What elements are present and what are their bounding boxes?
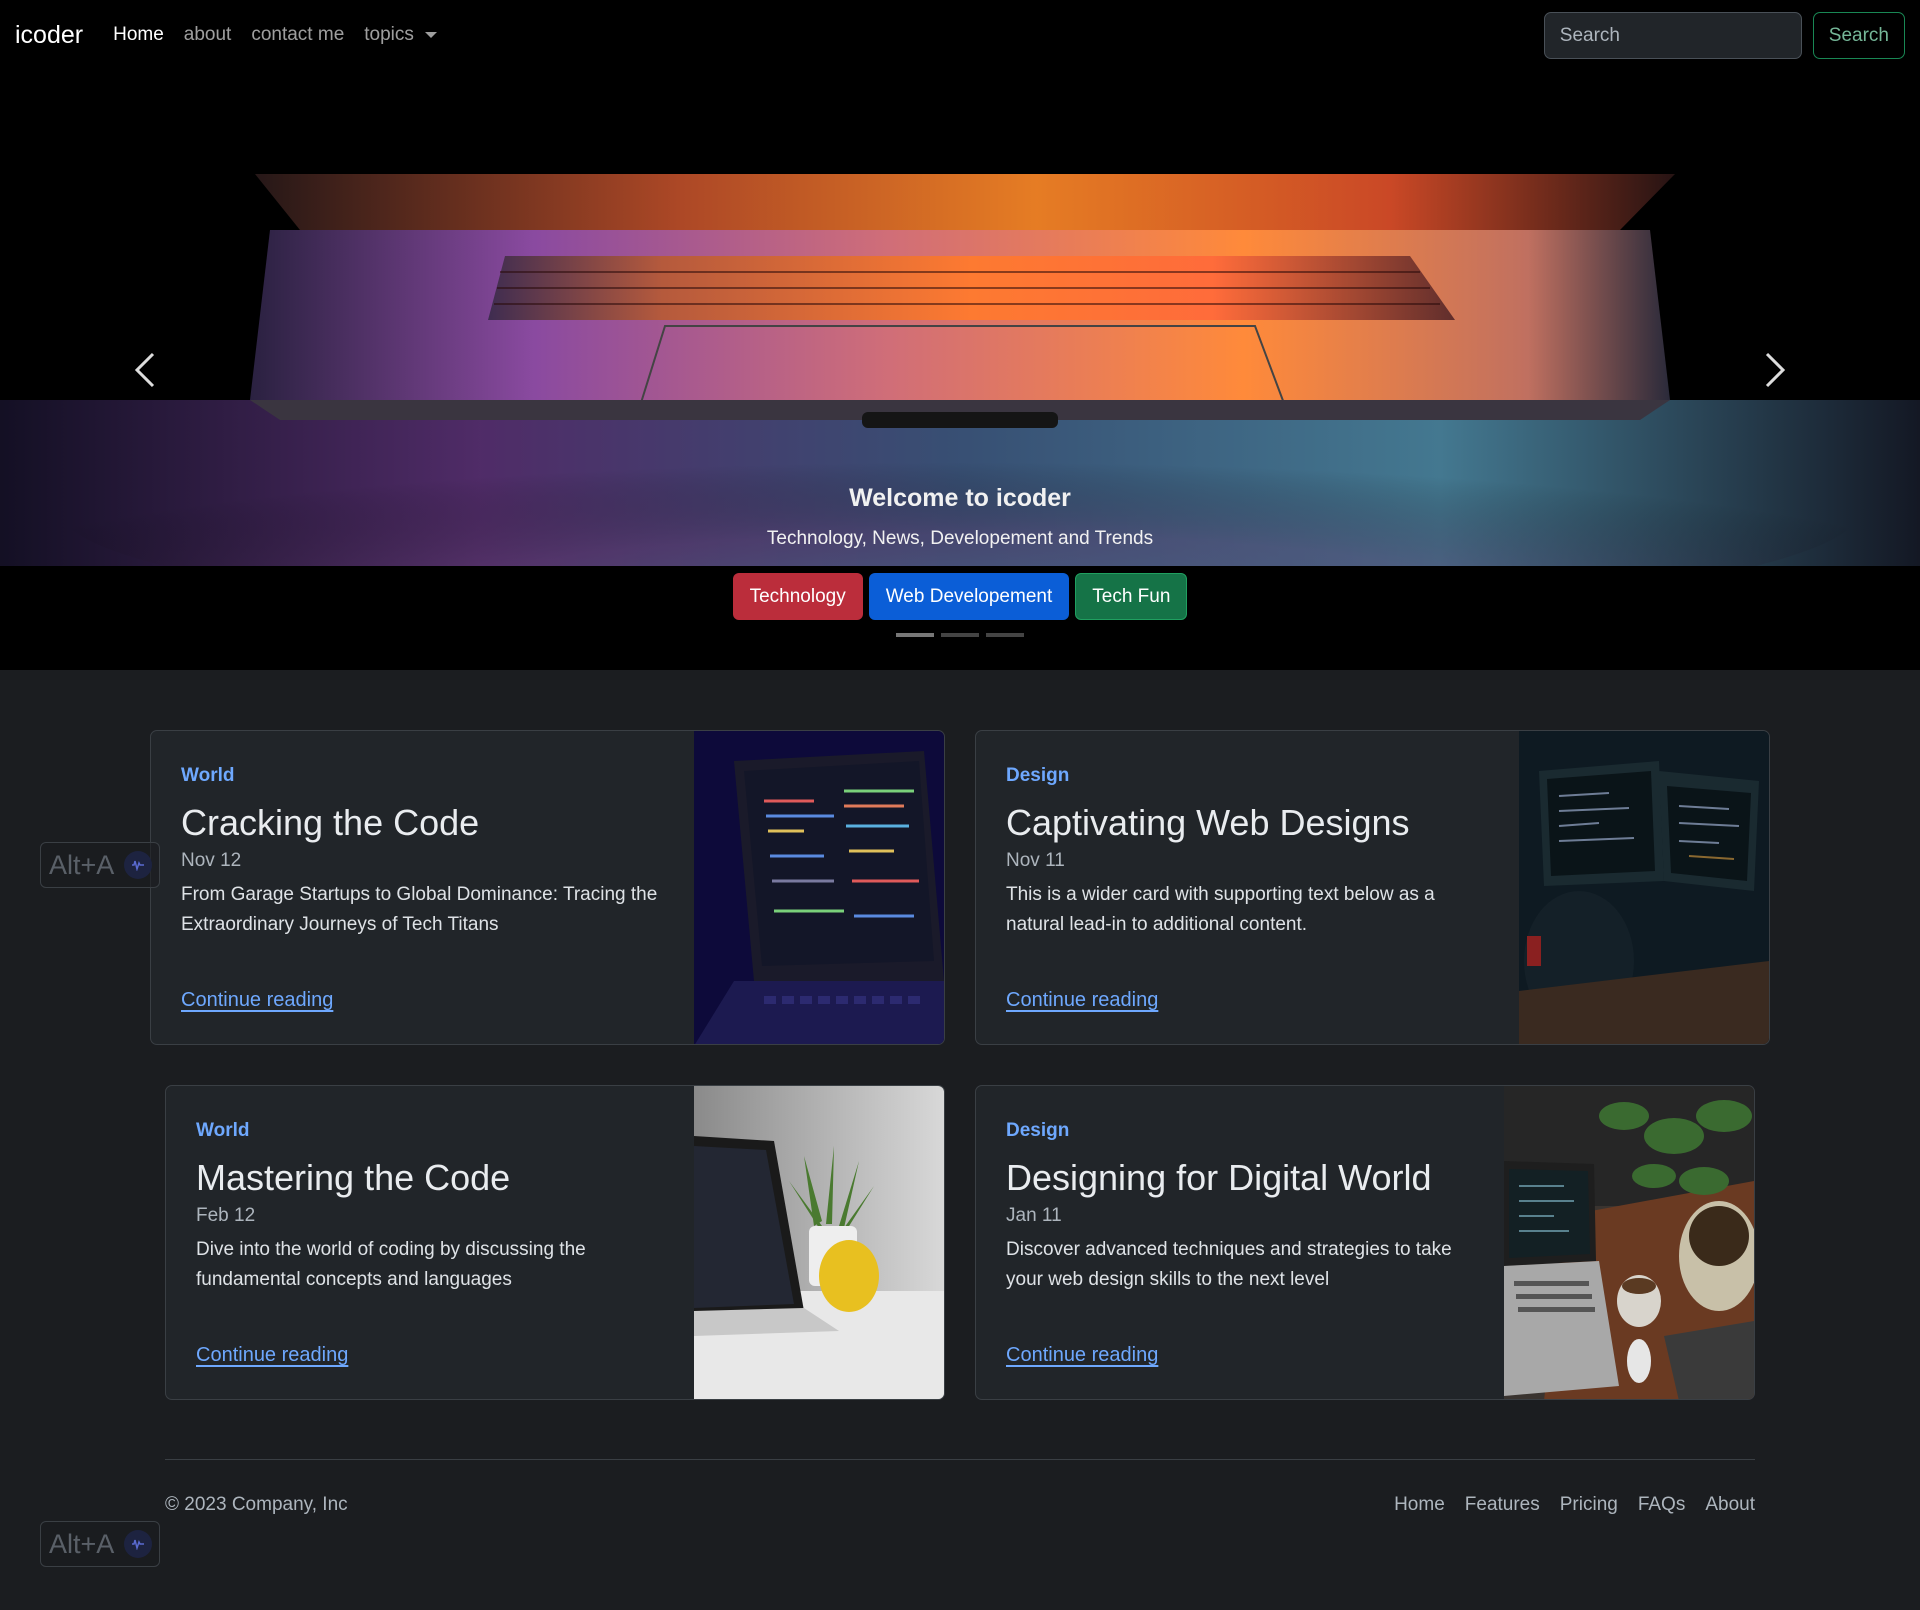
footer-divider: [165, 1459, 1755, 1460]
article-card: World Mastering the Code Feb 12 Dive int…: [165, 1085, 945, 1400]
brand-logo[interactable]: icoder: [15, 21, 83, 50]
card-title: Cracking the Code: [181, 802, 480, 843]
card-category: World: [196, 1120, 250, 1141]
card-category: Design: [1006, 765, 1070, 786]
card-category: Design: [1006, 1120, 1070, 1141]
footer-nav: Home Features Pricing FAQs About: [1374, 1494, 1755, 1516]
chevron-right-icon: [1765, 352, 1786, 388]
hero-title: Welcome to icoder: [849, 484, 1071, 512]
card-title: Designing for Digital World: [1006, 1157, 1432, 1198]
article-card: Design Designing for Digital World Jan 1…: [975, 1085, 1755, 1400]
waveform-icon: [124, 1530, 153, 1558]
nav-link-about[interactable]: about: [184, 24, 232, 46]
card-text: Dive into the world of coding by discuss…: [196, 1239, 586, 1290]
nav-dropdown-topics-label: topics: [364, 24, 414, 45]
nav-link-home[interactable]: Home: [113, 24, 164, 46]
chevron-left-icon: [134, 352, 155, 388]
navbar: icoder Home about contact me topics Sear…: [0, 0, 1920, 70]
carousel-indicators: [0, 633, 1920, 637]
card-text: Discover advanced techniques and strateg…: [1006, 1239, 1452, 1290]
footer-link-pricing[interactable]: Pricing: [1560, 1494, 1618, 1516]
continue-reading-link[interactable]: Continue reading: [1006, 1344, 1158, 1367]
card-date: Nov 12: [181, 850, 242, 871]
carousel-indicator[interactable]: [896, 633, 934, 637]
carousel-indicator[interactable]: [941, 633, 979, 637]
laptop-code-image: [694, 731, 944, 1044]
shortcut-badge[interactable]: Alt+A: [40, 842, 160, 888]
nav-dropdown-topics[interactable]: topics: [364, 24, 437, 46]
card-date: Jan 11: [1006, 1205, 1062, 1226]
shortcut-badge[interactable]: Alt+A: [40, 1521, 160, 1567]
waveform-icon: [124, 851, 153, 879]
hero-buttons: Technology Web Developement Tech Fun: [0, 573, 1920, 620]
shortcut-label: Alt+A: [49, 1528, 115, 1559]
footer-link-features[interactable]: Features: [1465, 1494, 1540, 1516]
card-date: Nov 11: [1006, 850, 1065, 871]
developer-monitors-image: [1519, 731, 1769, 1044]
nav-link-contact[interactable]: contact me: [251, 24, 344, 46]
technology-button[interactable]: Technology: [732, 573, 863, 620]
article-card: Design Captivating Web Designs Nov 11 Th…: [975, 730, 1770, 1045]
footer-link-home[interactable]: Home: [1394, 1494, 1445, 1516]
search-input[interactable]: [1543, 12, 1802, 59]
continue-reading-link[interactable]: Continue reading: [196, 1344, 348, 1367]
search-button[interactable]: Search: [1812, 12, 1905, 59]
desk-workspace-image: [1504, 1086, 1754, 1399]
continue-reading-link[interactable]: Continue reading: [181, 989, 333, 1012]
continue-reading-link[interactable]: Continue reading: [1006, 989, 1158, 1012]
tech-fun-button[interactable]: Tech Fun: [1075, 573, 1188, 620]
card-title: Captivating Web Designs: [1006, 802, 1410, 843]
hero-subtitle: Technology, News, Developement and Trend…: [766, 528, 1154, 549]
footer-link-about[interactable]: About: [1705, 1494, 1755, 1516]
shortcut-label: Alt+A: [49, 849, 115, 880]
card-text: From Garage Startups to Global Dominance…: [181, 884, 658, 935]
footer-copyright: © 2023 Company, Inc: [165, 1494, 348, 1515]
search-form: Search: [1543, 12, 1905, 59]
card-date: Feb 12: [196, 1205, 256, 1226]
web-development-button[interactable]: Web Developement: [868, 573, 1070, 620]
hero-carousel: Welcome to icoder Technology, News, Deve…: [0, 70, 1920, 670]
article-card: World Cracking the Code Nov 12 From Gara…: [150, 730, 945, 1045]
card-title: Mastering the Code: [196, 1157, 511, 1198]
carousel-indicator[interactable]: [986, 633, 1024, 637]
card-text: This is a wider card with supporting tex…: [1006, 884, 1435, 935]
caret-down-icon: [424, 32, 437, 38]
laptop-plant-image: [694, 1086, 944, 1399]
card-category: World: [181, 765, 235, 786]
footer-link-faqs[interactable]: FAQs: [1638, 1494, 1686, 1516]
